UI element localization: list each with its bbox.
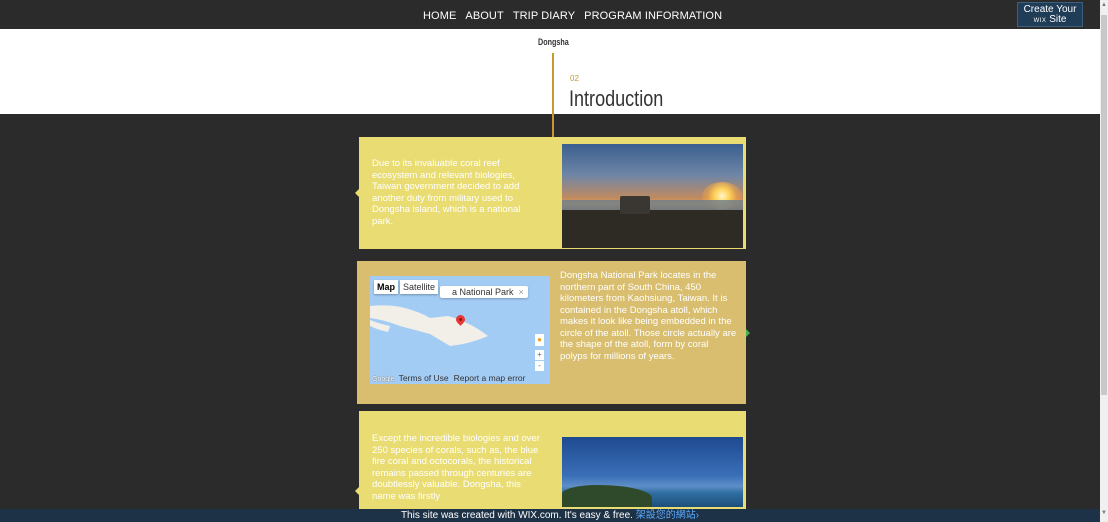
map-label-close-icon[interactable]: × [519, 287, 524, 297]
photo-shore [562, 210, 743, 248]
photo-land [562, 485, 652, 507]
nav-about[interactable]: ABOUT [465, 10, 503, 22]
map-marker-dot [459, 318, 462, 321]
card-notch [355, 189, 359, 197]
badge-line2: WIX Site [1018, 15, 1082, 26]
badge-site-label: Site [1049, 14, 1067, 25]
card-3-text: Except the incredible biologies and over… [372, 433, 540, 502]
map-type-satellite-button[interactable]: Satellite [400, 280, 439, 294]
card-notch [355, 487, 359, 495]
scroll-up-arrow-icon[interactable]: ▲ [1101, 2, 1107, 8]
card-2-text: Dongsha National Park locates in the nor… [560, 270, 737, 362]
map-place-label: a National Park [452, 287, 514, 297]
top-nav-bar: HOME ABOUT TRIP DIARY PROGRAM INFORMATIO… [0, 0, 1100, 29]
scrollbar-thumb[interactable] [1101, 15, 1107, 395]
photo-water [562, 200, 743, 210]
scroll-down-arrow-icon[interactable]: ▼ [1101, 510, 1107, 516]
wix-banner[interactable]: This site was created with WIX.com. It's… [0, 509, 1100, 522]
nav-trip-diary[interactable]: TRIP DIARY [513, 10, 575, 22]
card-notch-right [746, 329, 750, 337]
main-nav: HOME ABOUT TRIP DIARY PROGRAM INFORMATIO… [423, 10, 731, 22]
section-number: 02 [570, 74, 579, 83]
map-info-label[interactable]: a National Park × [440, 286, 528, 298]
create-site-badge[interactable]: Create Your WIX Site [1017, 2, 1083, 27]
beach-photo[interactable] [562, 437, 743, 507]
nav-home[interactable]: HOME [423, 10, 456, 22]
street-view-pegman-icon[interactable]: ● [535, 334, 544, 346]
section-title: Introduction [569, 86, 664, 111]
google-map[interactable]: Map Satellite a National Park × ● + - Goo… [370, 276, 550, 384]
photo-sign [620, 196, 650, 214]
map-type-map-button[interactable]: Map [374, 280, 398, 294]
map-report-link[interactable]: Report a map error [454, 373, 526, 383]
map-footer: Google Terms of Use Report a map error [370, 373, 550, 384]
map-terms-link[interactable]: Terms of Use [399, 373, 449, 383]
sunset-photo[interactable] [562, 144, 743, 248]
wix-logo: WIX [1033, 18, 1047, 24]
zoom-out-button[interactable]: - [535, 361, 544, 371]
banner-text: This site was created with WIX.com. It's… [400, 510, 633, 521]
banner-cta-link[interactable]: 架設您的網站› [636, 510, 699, 521]
site-title: Dongsha [538, 37, 569, 47]
card-1-text: Due to its invaluable coral reef ecosyst… [372, 158, 521, 227]
nav-program-information[interactable]: PROGRAM INFORMATION [584, 10, 722, 22]
zoom-in-button[interactable]: + [535, 350, 544, 360]
google-logo[interactable]: Google [372, 376, 395, 383]
